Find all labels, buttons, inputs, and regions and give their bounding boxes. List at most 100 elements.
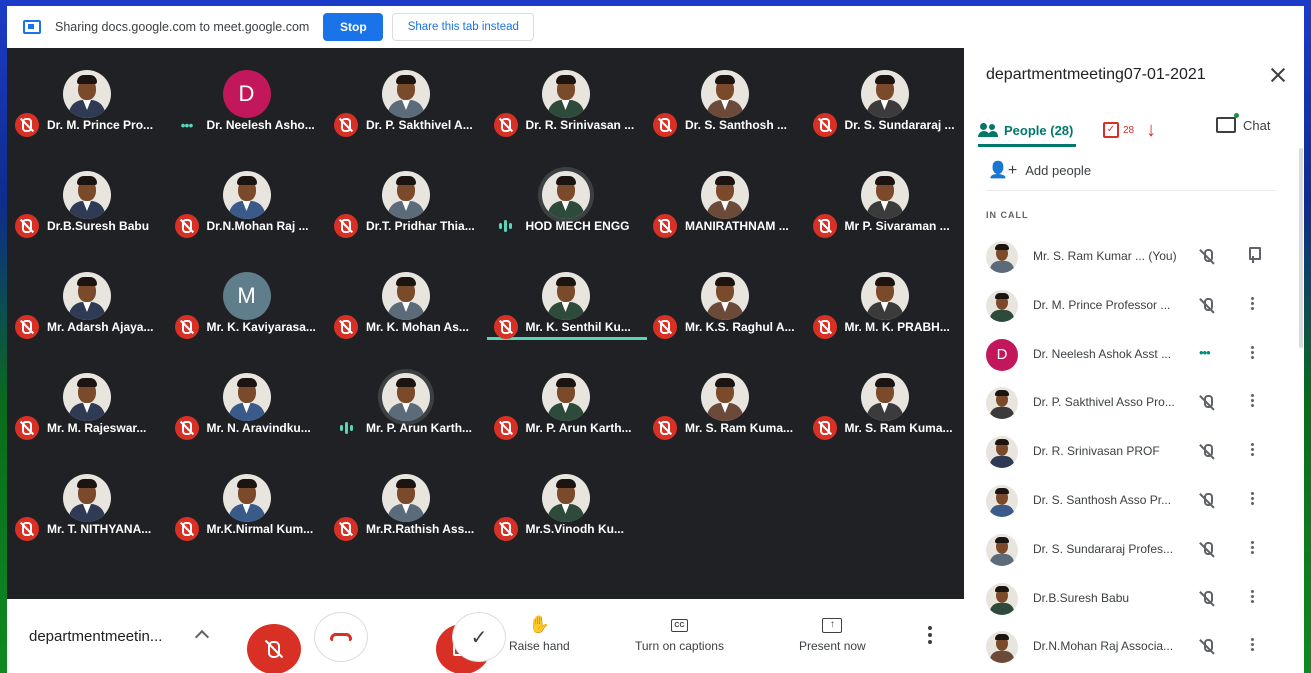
more-options-icon[interactable] bbox=[1251, 492, 1254, 505]
participant-name: Mr. K. Kaviyarasa... bbox=[206, 320, 316, 334]
participant-row[interactable]: Dr.N.Mohan Raj Associa... bbox=[964, 631, 1284, 673]
mic-off-icon bbox=[653, 315, 677, 339]
share-this-tab-button[interactable]: Share this tab instead bbox=[392, 13, 535, 41]
participant-tile[interactable]: Mr. Adarsh Ajaya... bbox=[7, 250, 166, 350]
participant-row[interactable]: Dr. S. Sundararaj Profes... bbox=[964, 533, 1284, 583]
participant-tile[interactable]: Dr. S. Sundararaj ... bbox=[805, 48, 964, 148]
tile-label: Mr. N. Aravindku... bbox=[174, 416, 311, 440]
participant-row[interactable]: Dr. R. Srinivasan PROF bbox=[964, 436, 1284, 485]
raise-hand-button[interactable]: ✋ Raise hand bbox=[509, 615, 570, 653]
more-options-icon[interactable] bbox=[1251, 540, 1254, 554]
pin-icon[interactable] bbox=[1247, 247, 1261, 263]
mic-off-icon bbox=[174, 517, 199, 541]
more-options-icon[interactable] bbox=[928, 626, 932, 644]
participant-tile[interactable]: Mr. S. Ram Kuma... bbox=[805, 351, 964, 451]
tab-chat[interactable]: Chat bbox=[1216, 113, 1271, 136]
mic-off-icon bbox=[812, 416, 837, 440]
tile-label: Mr.K.Nirmal Kum... bbox=[174, 517, 313, 541]
chevron-up-icon[interactable] bbox=[194, 629, 210, 645]
present-now-button[interactable]: ↑ Present now bbox=[799, 615, 866, 653]
participant-tile[interactable]: Mr. K. Senthil Ku... bbox=[486, 250, 645, 350]
more-options-icon[interactable] bbox=[1251, 394, 1254, 408]
participant-tile[interactable]: Mr. K. Mohan As... bbox=[326, 250, 485, 350]
participant-tile[interactable]: Dr. M. Prince Pro... bbox=[7, 48, 166, 148]
participant-name: MANIRATHNAM ... bbox=[685, 219, 789, 233]
tile-label: Dr. M. Prince Pro... bbox=[15, 113, 153, 137]
avatar bbox=[701, 171, 749, 219]
close-icon[interactable] bbox=[1269, 66, 1287, 84]
avatar: D bbox=[222, 70, 271, 118]
participant-name: Dr. S. Sundararaj ... bbox=[844, 118, 955, 132]
more-options-icon[interactable] bbox=[1251, 589, 1254, 603]
participant-tile[interactable]: Mr. P. Arun Karth... bbox=[326, 351, 485, 451]
more-options-icon[interactable] bbox=[1251, 345, 1254, 359]
avatar bbox=[222, 373, 271, 421]
participant-tile[interactable]: Dr.T. Pridhar Thia... bbox=[326, 149, 485, 249]
tile-label: Mr. T. NITHYANA... bbox=[15, 517, 151, 541]
participant-name: Dr. Neelesh Asho... bbox=[206, 118, 315, 132]
meeting-details-title[interactable]: departmentmeetin... bbox=[29, 628, 162, 645]
add-people-label: Add people bbox=[1025, 162, 1092, 178]
participant-tile[interactable]: Mr. K.S. Raghul A... bbox=[645, 250, 804, 350]
connecting-icon: ••• bbox=[180, 117, 194, 133]
hang-up-icon bbox=[330, 633, 352, 641]
participant-tile[interactable]: Mr.R.Rathish Ass... bbox=[326, 452, 485, 552]
checkmark-button[interactable]: ✓ bbox=[452, 612, 506, 662]
mic-off-icon bbox=[653, 113, 677, 137]
scrollbar[interactable] bbox=[1299, 148, 1303, 348]
participant-tile[interactable]: Mr. S. Ram Kuma... bbox=[645, 351, 804, 451]
mic-off-icon bbox=[1199, 541, 1215, 559]
mic-off-icon bbox=[812, 113, 837, 137]
participant-tile[interactable]: Dr.B.Suresh Babu bbox=[7, 149, 166, 249]
participant-name: HOD MECH ENGG bbox=[525, 219, 630, 233]
participant-tile[interactable]: Mr. P. Arun Karth... bbox=[486, 351, 645, 451]
participant-row[interactable]: D Dr. Neelesh Ashok Asst ... ••• bbox=[964, 338, 1284, 388]
more-options-icon[interactable] bbox=[1251, 638, 1254, 652]
participant-name: Mr. M. Rajeswar... bbox=[47, 421, 147, 435]
tile-label: Mr. K. Mohan As... bbox=[334, 315, 469, 339]
participant-tile[interactable]: Mr. M. Rajeswar... bbox=[7, 351, 166, 451]
participant-name: Mr. P. Arun Karth... bbox=[366, 421, 473, 435]
microphone-off-button[interactable] bbox=[247, 624, 301, 673]
participant-tile[interactable]: HOD MECH ENGG bbox=[486, 149, 645, 249]
participant-tile[interactable]: Mr. M. K. PRABH... bbox=[805, 250, 964, 350]
tab-people[interactable]: People (28) bbox=[978, 114, 1076, 146]
participant-tile[interactable]: Dr. S. Santhosh ... bbox=[645, 48, 804, 148]
avatar bbox=[541, 272, 590, 320]
participant-tile[interactable]: Mr. N. Aravindku... bbox=[167, 351, 326, 451]
participant-tile[interactable]: Mr.S.Vinodh Ku... bbox=[486, 452, 645, 552]
leave-call-button[interactable] bbox=[314, 612, 368, 662]
avatar bbox=[222, 171, 271, 219]
participant-row[interactable]: Dr. S. Santhosh Asso Pr... bbox=[964, 485, 1284, 534]
avatar bbox=[860, 70, 909, 118]
participant-row[interactable]: Dr.B.Suresh Babu bbox=[964, 582, 1284, 632]
tile-label: Dr.T. Pridhar Thia... bbox=[334, 214, 475, 238]
mic-off-icon bbox=[653, 214, 677, 238]
avatar bbox=[63, 171, 111, 219]
participant-tile[interactable]: Dr. R. Srinivasan ... bbox=[486, 48, 645, 148]
tile-label: Mr.S.Vinodh Ku... bbox=[493, 517, 624, 541]
participant-row[interactable]: Dr. P. Sakthivel Asso Pro... bbox=[964, 387, 1284, 436]
participant-row[interactable]: Dr. M. Prince Professor ... bbox=[964, 289, 1284, 339]
chat-tab-label: Chat bbox=[1243, 117, 1271, 133]
more-options-icon[interactable] bbox=[1251, 443, 1254, 457]
participant-tile[interactable]: Mr P. Sivaraman ... bbox=[805, 149, 964, 249]
stop-sharing-button[interactable]: Stop bbox=[323, 13, 384, 41]
mic-off-icon bbox=[334, 315, 358, 339]
captions-button[interactable]: CC Turn on captions bbox=[635, 615, 724, 653]
tab-activities[interactable]: ✓ 28 ↓ bbox=[1103, 120, 1156, 140]
participant-tile[interactable]: MANIRATHNAM ... bbox=[645, 149, 804, 249]
avatar bbox=[382, 373, 430, 421]
participant-row[interactable]: Mr. S. Ram Kumar ... (You) bbox=[964, 241, 1284, 290]
meeting-controls-bar: departmentmeetin... ✓ ✋ Raise hand CC Tu… bbox=[7, 599, 964, 673]
participant-tile[interactable]: Mr. T. NITHYANA... bbox=[7, 452, 166, 552]
participant-tile[interactable]: Dr.N.Mohan Raj ... bbox=[167, 149, 326, 249]
participant-tile[interactable]: D ••• Dr. Neelesh Asho... bbox=[167, 48, 326, 148]
participant-tile[interactable]: Dr. P. Sakthivel A... bbox=[326, 48, 485, 148]
participant-tile[interactable]: M Mr. K. Kaviyarasa... bbox=[167, 250, 326, 350]
tile-label: Mr. S. Ram Kuma... bbox=[812, 416, 953, 440]
tile-label: ••• Dr. Neelesh Asho... bbox=[175, 114, 315, 136]
more-options-icon[interactable] bbox=[1251, 296, 1254, 310]
add-people-button[interactable]: 👤+ Add people bbox=[988, 160, 1091, 180]
participant-tile[interactable]: Mr.K.Nirmal Kum... bbox=[167, 452, 326, 552]
